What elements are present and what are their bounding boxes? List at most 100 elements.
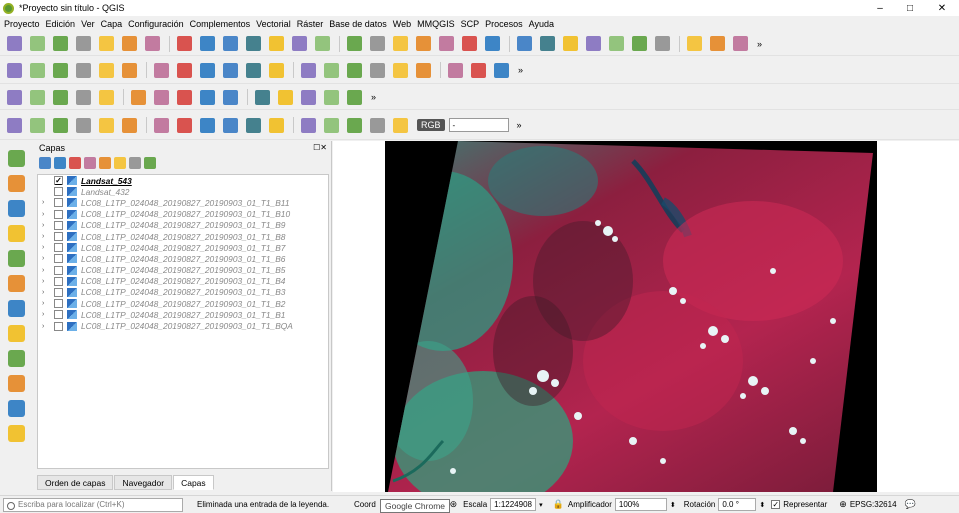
menu-complementos[interactable]: Complementos	[190, 19, 251, 29]
add-part-icon[interactable]	[151, 87, 171, 107]
add-point-icon[interactable]	[50, 60, 70, 80]
annotation-icon[interactable]	[652, 34, 672, 54]
expand-chevron-right-icon[interactable]: ›	[42, 244, 50, 251]
rotation-spinbox[interactable]: 0.0 °	[718, 498, 757, 511]
layer-visibility-checkbox[interactable]	[54, 198, 63, 208]
tab-capas[interactable]: Capas	[173, 475, 214, 490]
open-project-icon[interactable]	[27, 34, 47, 54]
expand-chevron-right-icon[interactable]: ›	[42, 267, 50, 274]
offset-curve-icon[interactable]	[73, 87, 93, 107]
select-icon[interactable]	[537, 34, 557, 54]
node-tool-icon[interactable]	[119, 60, 139, 80]
scp-classification-icon[interactable]	[50, 115, 70, 135]
split-features-icon[interactable]	[252, 87, 272, 107]
layer-visibility-checkbox[interactable]	[54, 287, 63, 297]
rotate-point-icon[interactable]	[27, 87, 47, 107]
layer-visibility-checkbox[interactable]	[54, 310, 63, 320]
scp-signature-icon[interactable]	[174, 115, 194, 135]
menu-mmqgis[interactable]: MMQGIS	[417, 19, 455, 29]
open-styling-icon[interactable]	[39, 157, 51, 169]
add-wms-icon[interactable]	[5, 297, 27, 319]
expand-chevron-right-icon[interactable]: ›	[42, 311, 50, 318]
layer-visibility-checkbox[interactable]	[54, 276, 63, 286]
rotate-feature-icon[interactable]	[344, 87, 364, 107]
layout-manager-icon[interactable]	[119, 34, 139, 54]
layer-row[interactable]: › LC08_L1TP_024048_20190827_20190903_01_T…	[38, 231, 328, 242]
tab-navegador[interactable]: Navegador	[114, 475, 173, 490]
reshape-icon[interactable]	[50, 87, 70, 107]
layer-visibility-checkbox[interactable]	[54, 209, 63, 219]
save-as-icon[interactable]	[73, 34, 93, 54]
rotation-stepper-icon[interactable]: ⬍	[759, 501, 765, 509]
paste-icon[interactable]	[220, 60, 240, 80]
scp-histogram-icon[interactable]	[151, 115, 171, 135]
python-icon[interactable]	[707, 34, 727, 54]
merge-features-icon[interactable]	[298, 87, 318, 107]
scp-preprocess-icon[interactable]	[266, 115, 286, 135]
scp-band-calc-icon[interactable]	[321, 115, 341, 135]
menu-web[interactable]: Web	[393, 19, 411, 29]
panel-float-close-controls[interactable]: ☐✕	[313, 143, 327, 152]
scp-tool-icon[interactable]	[491, 60, 511, 80]
menu-configuracion[interactable]: Configuración	[128, 19, 184, 29]
menu-procesos[interactable]: Procesos	[485, 19, 523, 29]
scp-scatter-icon[interactable]	[197, 115, 217, 135]
remove-layer-icon[interactable]	[144, 157, 156, 169]
layer-row[interactable]: ✓ Landsat_543	[38, 175, 328, 186]
expand-chevron-right-icon[interactable]: ›	[42, 278, 50, 285]
lock-scale-icon[interactable]: 🔒	[553, 499, 564, 510]
toolbar-overflow-button[interactable]: »	[518, 65, 523, 75]
statistics-icon[interactable]	[606, 34, 626, 54]
delete-icon[interactable]	[151, 60, 171, 80]
locator-search-input[interactable]: Escriba para localizar (Ctrl+K)	[3, 497, 183, 512]
pan-to-selection-icon[interactable]	[197, 34, 217, 54]
expand-chevron-right-icon[interactable]: ›	[42, 289, 50, 296]
layer-visibility-checkbox[interactable]	[54, 299, 63, 309]
scp-tools-icon[interactable]	[243, 115, 263, 135]
simplify-icon[interactable]	[96, 87, 116, 107]
scp-spectral-icon[interactable]	[220, 115, 240, 135]
zoom-selection-icon[interactable]	[289, 34, 309, 54]
edits-icon[interactable]	[27, 60, 47, 80]
toolbar-overflow-button[interactable]: »	[517, 120, 522, 130]
new-project-icon[interactable]	[4, 34, 24, 54]
scp-help-icon[interactable]	[390, 115, 410, 135]
refresh-icon[interactable]	[482, 34, 502, 54]
layer-visibility-checkbox[interactable]	[54, 321, 63, 331]
zoom-layer-icon[interactable]	[312, 34, 332, 54]
save-project-icon[interactable]	[50, 34, 70, 54]
change-label-icon[interactable]	[390, 60, 410, 80]
add-postgis-icon[interactable]	[5, 197, 27, 219]
measure-icon[interactable]	[629, 34, 649, 54]
scp-postprocess-icon[interactable]	[298, 115, 318, 135]
toolbar-overflow-button[interactable]: »	[757, 39, 762, 49]
expand-chevron-right-icon[interactable]: ›	[42, 323, 50, 330]
menu-proyecto[interactable]: Proyecto	[4, 19, 40, 29]
toolbar-overflow-button[interactable]: »	[371, 92, 376, 102]
add-raster-icon[interactable]	[5, 172, 27, 194]
render-checkbox[interactable]: ✓	[771, 500, 781, 509]
print-layout-icon[interactable]	[96, 34, 116, 54]
scp-input-icon[interactable]	[4, 115, 24, 135]
rgb-combo[interactable]: RGB	[417, 119, 445, 131]
add-wfs-icon[interactable]	[5, 347, 27, 369]
identify-icon[interactable]	[514, 34, 534, 54]
rotate-label-icon[interactable]	[367, 60, 387, 80]
zoom-in-icon[interactable]	[220, 34, 240, 54]
layer-row[interactable]: › LC08_L1TP_024048_20190827_20190903_01_T…	[38, 197, 328, 208]
layer-row[interactable]: Landsat_432	[38, 186, 328, 197]
add-wcs-icon[interactable]	[5, 322, 27, 344]
expand-all-icon[interactable]	[114, 157, 126, 169]
scp-band-icon[interactable]	[468, 60, 488, 80]
layer-row[interactable]: › LC08_L1TP_024048_20190827_20190903_01_T…	[38, 242, 328, 253]
expand-chevron-right-icon[interactable]: ›	[42, 211, 50, 218]
merge-attributes-icon[interactable]	[321, 87, 341, 107]
maximize-button[interactable]: □	[895, 0, 925, 16]
magnifier-spinbox[interactable]: 100%	[614, 498, 667, 511]
add-polygon-icon[interactable]	[96, 60, 116, 80]
menu-ayuda[interactable]: Ayuda	[529, 19, 554, 29]
pin-label-icon[interactable]	[298, 60, 318, 80]
copy-icon[interactable]	[197, 60, 217, 80]
zoom-out-icon[interactable]	[243, 34, 263, 54]
label-toolbar-icon[interactable]	[413, 60, 433, 80]
